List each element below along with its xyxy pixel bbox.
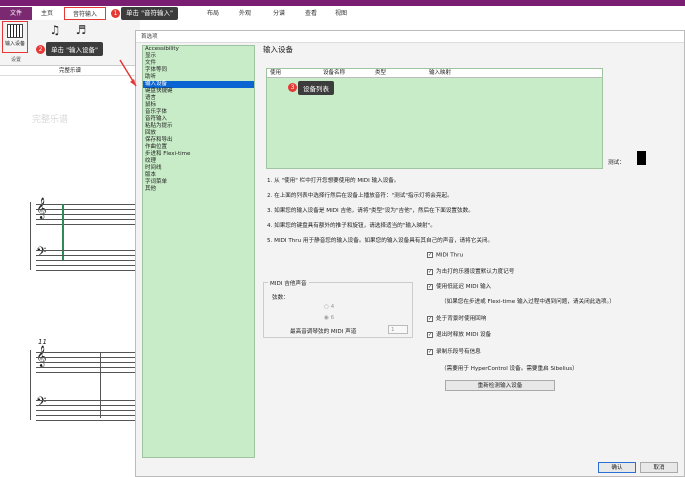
pointer-arrow xyxy=(119,59,137,87)
pointer-arrow-head xyxy=(130,79,136,86)
